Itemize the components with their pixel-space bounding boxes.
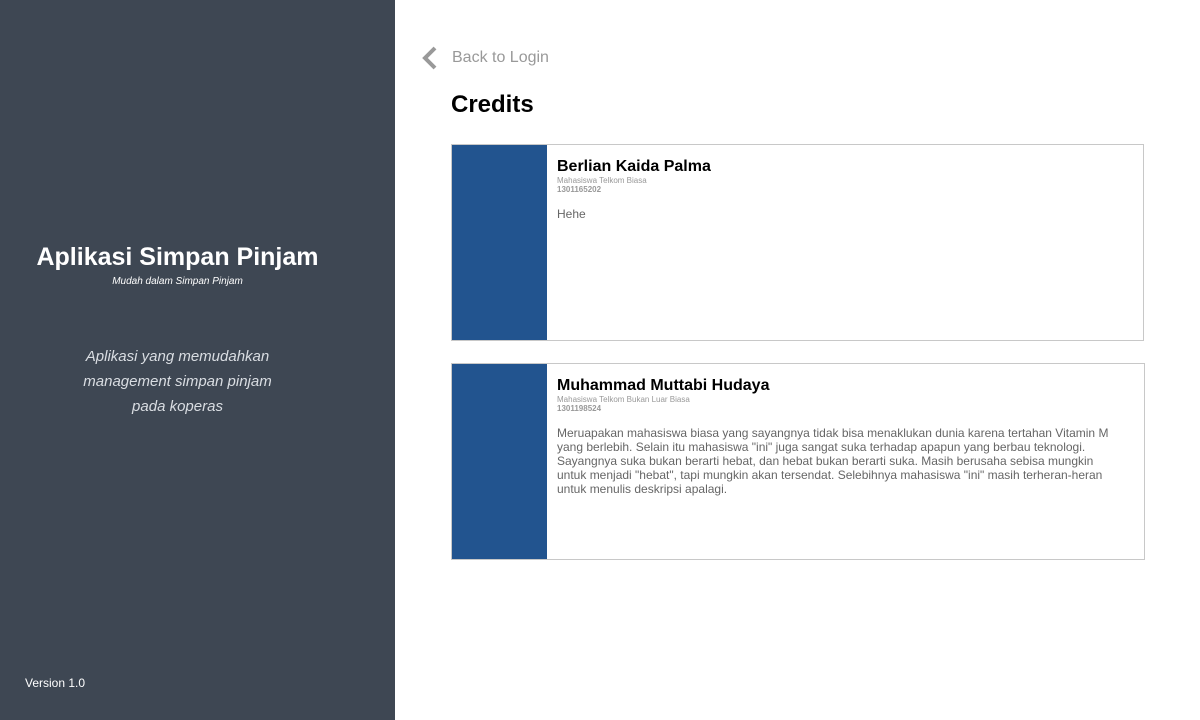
chevron-left-icon — [420, 45, 440, 71]
page-title: Credits — [451, 91, 534, 118]
back-to-login-link[interactable]: Back to Login — [420, 45, 549, 71]
credit-card: Muhammad Muttabi Hudaya Mahasiswa Telkom… — [451, 363, 1145, 560]
credit-id: 1301165202 — [557, 185, 602, 194]
app-description-line: pada koperas — [132, 398, 223, 415]
back-to-login-label: Back to Login — [452, 49, 549, 66]
credit-card-body: Muhammad Muttabi Hudaya Mahasiswa Telkom… — [557, 376, 1112, 496]
credit-card-body: Berlian Kaida Palma Mahasiswa Telkom Bia… — [557, 157, 1111, 221]
profile-photo — [452, 145, 547, 340]
app-description-line: Aplikasi yang memudahkan — [85, 348, 270, 365]
credit-name: Berlian Kaida Palma — [557, 158, 711, 175]
credit-role: Mahasiswa Telkom Biasa — [557, 176, 647, 185]
credit-description: Meruapakan mahasiswa biasa yang sayangny… — [557, 426, 1109, 496]
app-description: Aplikasi yang memudahkan management simp… — [0, 344, 355, 419]
credit-description: Hehe — [557, 207, 586, 221]
profile-photo — [452, 364, 547, 559]
credit-id: 1301198524 — [557, 404, 602, 413]
credit-name: Muhammad Muttabi Hudaya — [557, 377, 770, 394]
sidebar: Aplikasi Simpan Pinjam Mudah dalam Simpa… — [0, 0, 395, 720]
app-description-line: management simpan pinjam — [83, 373, 272, 390]
main-content: Back to Login Credits Berlian Kaida Palm… — [395, 0, 1200, 720]
credit-role: Mahasiswa Telkom Bukan Luar Biasa — [557, 395, 690, 404]
version-label: Version 1.0 — [25, 676, 86, 690]
app-title: Aplikasi Simpan Pinjam — [36, 243, 319, 271]
credit-card: Berlian Kaida Palma Mahasiswa Telkom Bia… — [451, 144, 1144, 341]
app-subtitle: Mudah dalam Simpan Pinjam — [112, 276, 243, 287]
